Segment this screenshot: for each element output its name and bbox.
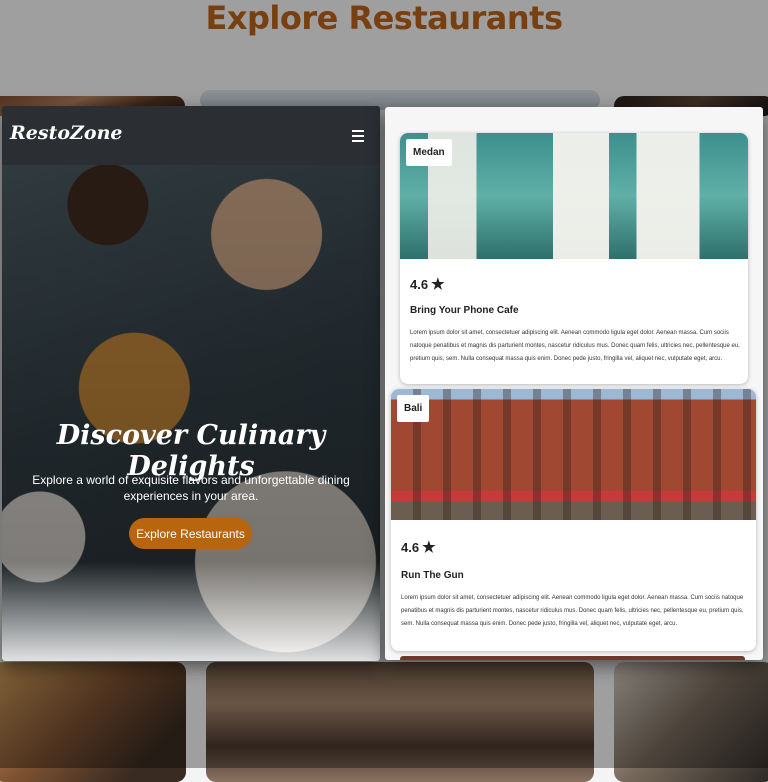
site-logo[interactable]: RestoZone	[10, 122, 122, 144]
explore-restaurants-button[interactable]: Explore Restaurants	[129, 518, 252, 549]
navbar: RestoZone	[2, 106, 380, 165]
rating: 4.6 ★	[401, 538, 436, 556]
rating-value: 4.6	[401, 540, 420, 555]
next-card-peek	[400, 656, 745, 660]
rating-value: 4.6	[410, 277, 429, 292]
restaurant-image	[400, 133, 748, 259]
hero-section: Discover Culinary Delights Explore a wor…	[2, 165, 380, 661]
restaurant-name[interactable]: Bring Your Phone Cafe	[410, 305, 519, 316]
star-icon: ★	[431, 276, 445, 293]
restaurant-image	[391, 389, 756, 520]
restaurant-list-mock: Medan 4.6 ★ Bring Your Phone Cafe Lorem i…	[385, 107, 763, 660]
restaurant-card[interactable]: Bali 4.6 ★ Run The Gun Lorem ipsum dolor …	[391, 389, 756, 651]
restaurant-card[interactable]: Medan 4.6 ★ Bring Your Phone Cafe Lorem i…	[400, 133, 748, 384]
star-icon: ★	[422, 539, 436, 556]
city-badge: Bali	[397, 395, 430, 422]
restaurant-description: Lorem ipsum dolor sit amet, consectetuer…	[401, 595, 744, 627]
hero-subtitle: Explore a world of exquisite flavors and…	[32, 473, 350, 503]
city-badge: Medan	[406, 139, 452, 166]
hero-overlay	[2, 165, 380, 661]
restaurant-name[interactable]: Run The Gun	[401, 570, 464, 581]
home-screen-mock: RestoZone Discover Culinary Delights Exp…	[2, 106, 380, 661]
hamburger-icon[interactable]	[352, 130, 364, 142]
restaurant-description: Lorem ipsum dolor sit amet, consectetuer…	[410, 330, 740, 362]
rating: 4.6 ★	[410, 275, 445, 293]
